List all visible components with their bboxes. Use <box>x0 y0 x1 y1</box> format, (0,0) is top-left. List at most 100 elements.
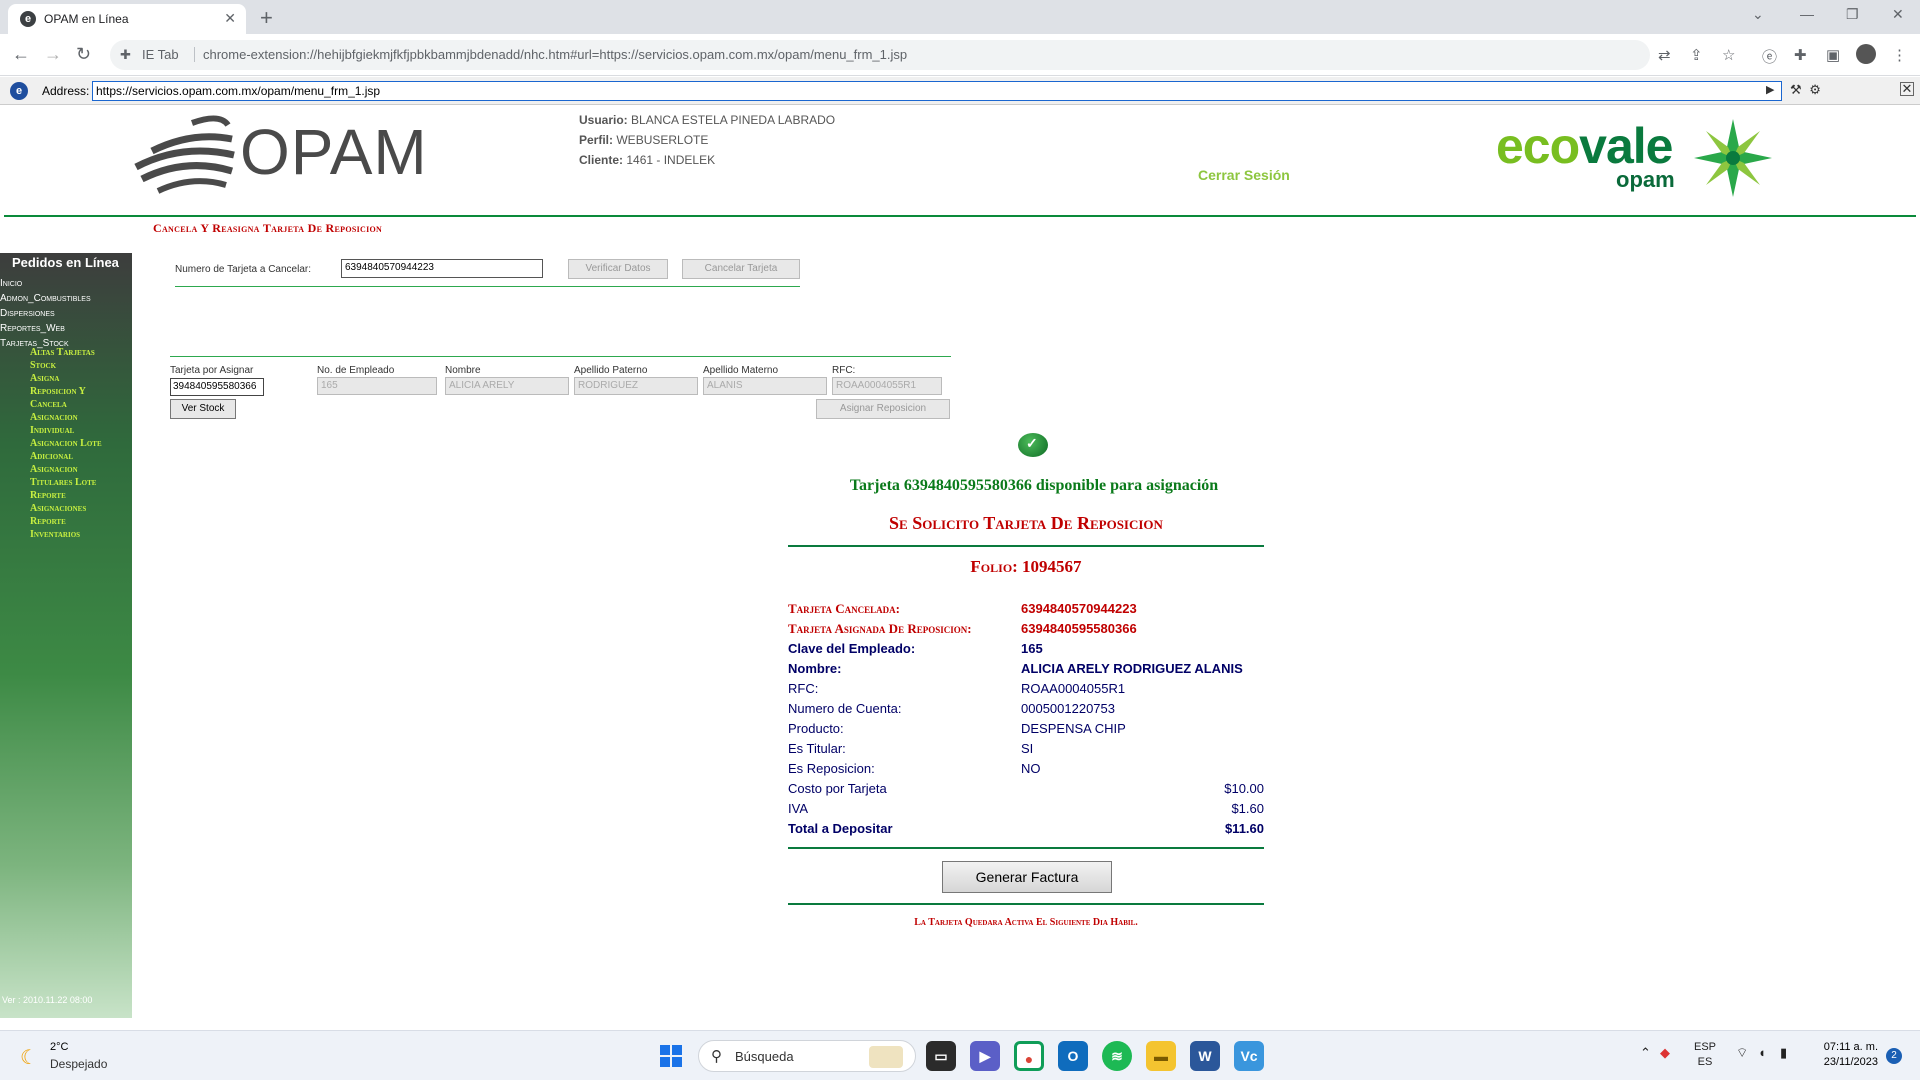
total-label: Total a Depositar <box>788 821 893 836</box>
teams-icon[interactable]: ▶ <box>970 1041 1000 1071</box>
cancel-card-button[interactable]: Cancelar Tarjeta <box>682 259 800 279</box>
browser-toolbar: ← → ↻ ✚ IE Tab chrome-extension://hehijb… <box>0 34 1920 76</box>
close-tab-icon[interactable]: ✕ <box>224 10 236 27</box>
verify-data-button[interactable]: Verificar Datos <box>568 259 668 279</box>
task-view-icon[interactable]: ▭ <box>926 1041 956 1071</box>
wifi-icon[interactable]: ⌔ <box>1736 1045 1748 1061</box>
folio-number: Folio: 1094567 <box>970 557 1082 576</box>
back-icon[interactable]: ← <box>12 44 30 65</box>
assign-replacement-button[interactable]: Asignar Reposicion <box>816 399 950 419</box>
submenu-item[interactable]: Asignacion <box>30 411 102 424</box>
taskbar-search[interactable]: ⚲ Búsqueda <box>698 1040 916 1072</box>
submenu-item[interactable]: Cancela <box>30 398 102 411</box>
file-explorer-icon[interactable]: ▬ <box>1146 1041 1176 1071</box>
weather-status[interactable]: Despejado <box>50 1057 107 1071</box>
new-tab-icon[interactable]: + <box>260 5 273 31</box>
assigned-card-value: 6394840595580366 <box>1021 621 1137 636</box>
logout-link[interactable]: Cerrar Sesión <box>1198 167 1290 183</box>
submenu-item[interactable]: Altas Tarjetas <box>30 346 102 359</box>
temperature[interactable]: 2°C <box>50 1041 68 1053</box>
submenu-item[interactable]: Asigna <box>30 372 102 385</box>
language-indicator[interactable]: ESP ES <box>1694 1040 1716 1070</box>
address-bar[interactable]: ✚ IE Tab chrome-extension://hehijbfgiekm… <box>110 40 1650 70</box>
submenu-item[interactable]: Stock <box>30 359 102 372</box>
word-icon[interactable]: W <box>1190 1041 1220 1071</box>
menu-kebab-icon[interactable]: ⋮ <box>1892 46 1907 64</box>
close-ie-bar-icon[interactable]: ✕ <box>1900 82 1914 96</box>
result-rfc-label: RFC: <box>788 681 819 696</box>
ie-tab-extension-icon[interactable]: ⓔ <box>1762 46 1777 67</box>
go-arrow-icon[interactable]: ▶ <box>1766 83 1774 96</box>
sidebar-item-inicio[interactable]: Inicio <box>0 276 91 291</box>
sidebar-item-dispersiones[interactable]: Dispersiones <box>0 306 91 321</box>
ie-address-input[interactable]: https://servicios.opam.com.mx/opam/menu_… <box>92 81 1782 101</box>
spotify-icon[interactable]: ≋ <box>1102 1041 1132 1071</box>
rfc-field[interactable]: ROAA0004055R1 <box>832 377 942 395</box>
tray-chevron-icon[interactable]: ⌃ <box>1640 1045 1651 1061</box>
product-value: DESPENSA CHIP <box>1021 721 1126 736</box>
assigned-card-label: Tarjeta Asignada De Reposicion: <box>788 621 972 636</box>
tray-app-icon[interactable]: ◆ <box>1660 1045 1670 1061</box>
submenu-item[interactable]: Asignaciones <box>30 502 102 515</box>
requested-title: Se Solicito Tarjeta De Reposicion <box>889 513 1163 533</box>
windows-start-icon[interactable] <box>660 1045 682 1067</box>
url-text[interactable]: chrome-extension://hehijbfgiekmjfkfjpbkb… <box>194 47 907 62</box>
outlook-icon[interactable]: O <box>1058 1041 1088 1071</box>
sidebar-heading: Pedidos en Línea <box>12 255 119 270</box>
minimize-icon[interactable]: — <box>1800 6 1814 22</box>
vc-app-icon[interactable]: Vc <box>1234 1041 1264 1071</box>
reload-icon[interactable]: ↻ <box>76 44 91 65</box>
profile-avatar[interactable] <box>1856 44 1876 64</box>
submenu-item[interactable]: Asignacion Lote <box>30 437 102 450</box>
opam-waves-icon <box>134 115 235 194</box>
close-window-icon[interactable]: ✕ <box>1892 6 1904 23</box>
paterno-field[interactable]: RODRIGUEZ <box>574 377 698 395</box>
submenu-item[interactable]: Individual <box>30 424 102 437</box>
chrome-icon[interactable]: ● <box>1014 1041 1044 1071</box>
view-stock-button[interactable]: Ver Stock <box>170 399 236 419</box>
battery-icon[interactable]: ▮ <box>1780 1045 1787 1061</box>
submenu-item[interactable]: Adicional <box>30 450 102 463</box>
translate-icon[interactable]: ⇄ <box>1658 46 1671 64</box>
generate-invoice-button[interactable]: Generar Factura <box>942 861 1112 893</box>
submenu-item[interactable]: Reporte <box>30 515 102 528</box>
tab-title: OPAM en Línea <box>44 12 129 26</box>
clock[interactable]: 07:11 a. m. 23/11/2023 <box>1800 1040 1878 1070</box>
card-to-assign-input[interactable]: 394840595580366 <box>170 378 264 396</box>
page-title: Cancela Y Reasigna Tarjeta De Reposicion <box>153 221 383 235</box>
restore-icon[interactable]: ❐ <box>1846 6 1859 23</box>
forward-icon[interactable]: → <box>44 44 62 65</box>
sidebar-item-reportes[interactable]: Reportes_Web <box>0 321 91 336</box>
fullname-value: ALICIA ARELY RODRIGUEZ ALANIS <box>1021 661 1243 676</box>
user-value: BLANCA ESTELA PINEDA LABRADO <box>631 113 836 127</box>
submenu-item[interactable]: Asignacion <box>30 463 102 476</box>
tab-search-icon[interactable]: ⌄ <box>1752 6 1764 23</box>
name-field[interactable]: ALICIA ARELY <box>445 377 569 395</box>
client-label: Cliente: <box>579 153 624 167</box>
paterno-label: Apellido Paterno <box>574 365 648 376</box>
lang-secondary: ES <box>1697 1056 1713 1068</box>
employee-number-field[interactable]: 165 <box>317 377 437 395</box>
side-panel-icon[interactable]: ▣ <box>1826 46 1840 64</box>
submenu-item[interactable]: Reposicion Y <box>30 385 102 398</box>
version-text: Ver : 2010.11.22 08:00 <box>2 995 93 1005</box>
submenu-item[interactable]: Inventarios <box>30 528 102 541</box>
bookmark-star-icon[interactable]: ☆ <box>1722 46 1735 64</box>
volume-icon[interactable]: ◖ <box>1758 1045 1766 1060</box>
extensions-icon[interactable]: ✚ <box>1794 46 1807 64</box>
sidebar-item-combustibles[interactable]: Admon_Combustibles <box>0 291 91 306</box>
share-icon[interactable]: ⇪ <box>1690 46 1703 64</box>
notification-badge[interactable]: 2 <box>1886 1048 1902 1064</box>
ecovale-logo: ecovale opam <box>1496 113 1776 203</box>
account-value: 0005001220753 <box>1021 701 1115 716</box>
cancel-card-input[interactable]: 6394840570944223 <box>341 259 543 278</box>
activation-footnote: La Tarjeta Quedara Activa El Siguiente D… <box>914 917 1138 928</box>
reposicion-value: NO <box>1021 761 1041 776</box>
moon-weather-icon[interactable]: ☾ <box>20 1045 38 1070</box>
iva-label: IVA <box>788 801 808 816</box>
sidebar: Pedidos en Línea Inicio Admon_Combustibl… <box>0 253 132 1018</box>
browser-tab[interactable]: e OPAM en Línea ✕ <box>8 4 246 34</box>
ie-tools-icon[interactable]: ⚒ ⚙ <box>1790 82 1823 98</box>
brand-sub: opam <box>1616 167 1675 192</box>
materno-field[interactable]: ALANIS <box>703 377 827 395</box>
